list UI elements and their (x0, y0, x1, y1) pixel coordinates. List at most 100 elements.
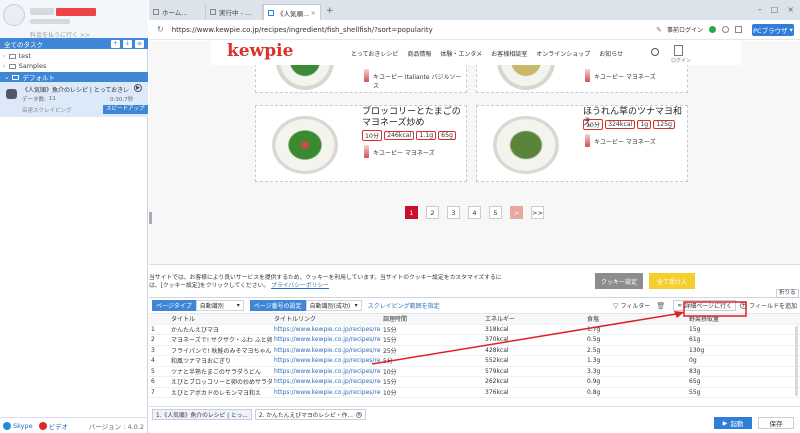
settings-icon[interactable]: ≡ (135, 39, 144, 48)
add-field-button[interactable]: + フィールドを追加 (740, 301, 797, 310)
recipe-image (272, 116, 338, 174)
nav-news[interactable]: お知らせ (599, 49, 623, 58)
tab-running[interactable]: 実行中 - ... (206, 4, 263, 20)
cell-link[interactable]: https://www.kewpie.co.jp/recipes/recipe/… (272, 326, 381, 333)
start-button[interactable]: ▶ 起動 (714, 417, 752, 429)
close-icon[interactable]: × (355, 411, 362, 418)
globe-icon[interactable] (722, 26, 729, 33)
recipe-card[interactable]: ブロッコリーとたまごのマヨネーズ炒め 10分 246kcal 1.1g 65g … (255, 105, 467, 182)
login-icon[interactable] (674, 45, 683, 56)
cell-time: 10分 (383, 389, 397, 397)
page-4[interactable]: 4 (468, 206, 481, 219)
new-tab-icon[interactable]: + (326, 6, 334, 16)
table-scrollbar[interactable] (795, 326, 798, 396)
play-icon[interactable]: ▶ (134, 84, 142, 92)
site-logo[interactable]: kewpie (227, 41, 293, 61)
col-vegetables[interactable]: 野菜摂取量 (687, 314, 789, 323)
cell-veg: 65g (689, 378, 701, 386)
video-icon[interactable] (38, 421, 47, 430)
nav-recipes[interactable]: とっておきレシピ (351, 49, 398, 58)
table-row[interactable]: 6 えびとブロッコリーと卵の炒めサラダ https://www.kewpie.co.… (149, 377, 800, 388)
skype-link[interactable]: Skype (13, 422, 33, 430)
speedup-button[interactable]: スピードアップ (103, 105, 148, 114)
page-3[interactable]: 3 (447, 206, 460, 219)
tab-home[interactable]: ホーム... (149, 4, 206, 20)
nav-products[interactable]: 商品情報 (407, 49, 431, 58)
folder-test[interactable]: › test (3, 52, 31, 60)
import-icon[interactable]: ↓ (123, 39, 132, 48)
page-1[interactable]: 1 (405, 206, 418, 219)
cell-energy: 552kcal (485, 357, 509, 365)
browser-mode-select[interactable]: PCブラウザ ▾ (752, 24, 794, 36)
cookie-settings-button[interactable]: クッキー設定 (595, 273, 643, 289)
page-5[interactable]: 5 (489, 206, 502, 219)
table-row[interactable]: 2 マヨネーズで! サクサク・ふわ ふと卵野菜の...https://www.ke… (149, 335, 800, 346)
trash-icon[interactable]: 🗑 (656, 302, 665, 310)
url-field[interactable]: https://www.kewpie.co.jp/recipes/ingredi… (172, 26, 433, 34)
cookie-text: 当サイトでは、お客様により良いサービスを提供するため、クッキーを利用しています。… (149, 274, 511, 290)
page-2[interactable]: 2 (426, 206, 439, 219)
folder-samples[interactable]: › Samples (3, 62, 46, 70)
table-row[interactable]: 4 和風ツナマヨおにぎり https://www.kewpie.co.jp/reci… (149, 356, 800, 367)
page-last[interactable]: >> (531, 206, 544, 219)
save-button[interactable]: 保存 (758, 417, 794, 429)
privacy-link[interactable]: プライバシーポリシー (271, 283, 329, 289)
task-item[interactable]: 《人気順》魚介のレシピ | とっておきレシ… ▶ データ数: 11 0:30:7秒… (0, 82, 148, 117)
folder-default[interactable]: ⌄ デフォルト (0, 72, 148, 82)
video-link[interactable]: ビデオ (49, 421, 69, 431)
page-number-select[interactable]: 自動識別(成功) ▾ (305, 300, 362, 311)
minimize-icon[interactable]: – (758, 5, 762, 14)
page-type-select[interactable]: 自動識別 ▾ (195, 300, 244, 311)
skype-icon[interactable] (3, 421, 11, 430)
new-task-icon[interactable]: + (111, 39, 120, 48)
cell-link[interactable]: https://www.kewpie.co.jp/recipes/recipe/… (272, 357, 381, 364)
cell-link[interactable]: https://www.kewpie.co.jp/recipes/recipe/… (272, 347, 381, 354)
collapse-handle[interactable] (149, 212, 152, 224)
cell-veg: 55g (689, 388, 701, 396)
nav-experience[interactable]: 体験・エンタメ (440, 49, 482, 58)
page-next[interactable]: > (510, 206, 523, 219)
table-row[interactable]: 3 フライパンで! 秋鮭のみそマヨちゃんちゃ...https://www.kewp… (149, 346, 800, 356)
plan-badge[interactable] (56, 8, 96, 16)
cell-link[interactable]: https://www.kewpie.co.jp/recipes/recipe/… (272, 389, 381, 396)
list-tab-2[interactable]: 2. かんたんえびマヨのレシピ・作... × (254, 409, 366, 420)
col-title-link[interactable]: タイトルリンク (272, 314, 381, 323)
goto-detail-button[interactable]: ∞ 詳細ページに行く (673, 300, 737, 311)
cell-link[interactable]: https://www.kewpie.co.jp/recipes/recipe/… (272, 336, 381, 343)
cookie-banner: 当サイトでは、お客様により良いサービスを提供するため、クッキーを利用しています。… (149, 264, 800, 297)
nav-shop[interactable]: オンラインショップ (536, 49, 590, 58)
browser-tab-bar: ホーム... 実行中 - ... 《人気順... × + – □ × (149, 0, 800, 20)
maximize-icon[interactable]: □ (771, 5, 779, 14)
col-title[interactable]: タイトル (169, 314, 272, 323)
cell-time: 15分 (383, 379, 397, 387)
cell-link[interactable]: https://www.kewpie.co.jp/recipes/recipe/… (272, 378, 381, 385)
close-window-icon[interactable]: × (787, 5, 794, 14)
pre-login-button[interactable]: 事前ログイン (667, 25, 703, 34)
table-row[interactable]: 1 かんたんえびマヨ https://www.kewpie.co.jp/recipe… (149, 325, 800, 335)
login-label[interactable]: ログイン (671, 57, 691, 64)
reload-icon[interactable]: ↻ (157, 25, 164, 34)
filter-button[interactable]: フィルター (620, 301, 650, 310)
recipe-title[interactable]: ブロッコリーとたまごのマヨネーズ炒め (362, 107, 466, 129)
col-salt[interactable]: 食塩 (585, 314, 687, 323)
close-icon[interactable]: × (311, 9, 316, 17)
recipe-card[interactable]: ほうれん草のツナマヨ和え 10分 324kcal 1g 125g キユーピー マ… (476, 105, 688, 182)
edit-icon[interactable]: ✎ (656, 26, 662, 34)
filter-icon[interactable]: ▽ (613, 302, 618, 310)
recipe-stats: 10分 246kcal 1.1g 65g (362, 130, 458, 141)
search-icon[interactable] (651, 48, 659, 56)
table-row[interactable]: 7 えびとアボカドのレモンマヨ和え https://www.kewpie.co.jp… (149, 388, 800, 398)
table-row[interactable]: 5 ツナと半熟たまごのサラダうどん https://www.kewpie.co.jp… (149, 367, 800, 377)
cell-link[interactable]: https://www.kewpie.co.jp/recipes/recipe/… (272, 368, 381, 375)
col-cook-time[interactable]: 調理時間 (381, 314, 483, 323)
grid-icon[interactable] (735, 26, 742, 33)
user-avatar[interactable] (3, 4, 25, 26)
scrape-range-link[interactable]: スクレイピング範囲を指定 (368, 301, 440, 310)
list-tab-1[interactable]: 1.《人気順》魚介のレシピ | とっ... (152, 409, 252, 420)
col-energy[interactable]: エネルギー (483, 314, 585, 323)
cell-title: マヨネーズで! サクサク・ふわ ふと卵野菜の... (171, 337, 272, 345)
nav-support[interactable]: お客様相談室 (491, 49, 527, 58)
cookie-accept-button[interactable]: 全て受け入 (649, 273, 695, 289)
tab-recipes[interactable]: 《人気順... × (263, 4, 321, 20)
collapse-button[interactable]: 折りる (776, 289, 799, 298)
